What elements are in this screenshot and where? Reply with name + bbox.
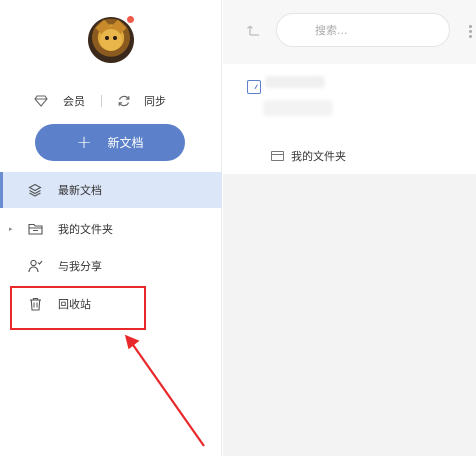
avatar-cat-face <box>100 29 122 51</box>
sidebar: 会员 同步 + 新文档 最新文档 ▸ 我的文件夹 与我分享 回收站 <box>0 0 222 456</box>
back-up-icon[interactable] <box>246 23 262 39</box>
diamond-icon[interactable] <box>33 93 49 109</box>
folder-path-breadcrumb[interactable]: 我的文件夹 <box>271 148 346 164</box>
more-menu-icon[interactable] <box>469 25 475 38</box>
nav-label-shared-with-me: 与我分享 <box>58 260 102 273</box>
avatar-cat-eye-right <box>113 36 117 40</box>
folder-path-label: 我的文件夹 <box>291 150 346 163</box>
sync-link[interactable]: 同步 <box>144 93 166 109</box>
notification-dot <box>127 16 134 23</box>
top-bar: 搜索... <box>223 0 476 64</box>
nav-label-my-folders: 我的文件夹 <box>58 223 113 236</box>
new-document-label: 新文档 <box>107 136 144 150</box>
search-input[interactable]: 搜索... <box>276 13 450 47</box>
annotation-highlight-box <box>10 286 146 330</box>
expand-caret-icon[interactable]: ▸ <box>9 225 13 233</box>
blurred-document-title[interactable] <box>265 76 325 88</box>
nav-item-my-folders[interactable]: ▸ 我的文件夹 <box>0 211 222 247</box>
file-list-panel: 我的文件夹 <box>223 64 476 174</box>
blurred-document-subtitle <box>263 100 333 116</box>
plus-icon: + <box>76 131 92 153</box>
shared-users-icon <box>27 258 43 274</box>
new-document-button[interactable]: + 新文档 <box>35 124 185 161</box>
folder-icon <box>27 221 43 237</box>
avatar-cat-eye-left <box>105 36 109 40</box>
layers-icon <box>27 182 43 198</box>
user-avatar[interactable] <box>88 17 134 63</box>
divider <box>101 95 102 107</box>
nav-item-shared-with-me[interactable]: 与我分享 <box>0 248 222 284</box>
member-sync-row: 会员 同步 <box>33 92 193 110</box>
folder-icon <box>271 151 284 161</box>
search-placeholder: 搜索... <box>315 24 348 37</box>
nav-item-recent-docs[interactable]: 最新文档 <box>0 172 222 208</box>
nav-label-recent-docs: 最新文档 <box>58 184 102 197</box>
document-icon <box>247 80 261 94</box>
membership-link[interactable]: 会员 <box>63 93 85 109</box>
main-content: 搜索... 我的文件夹 <box>223 0 476 456</box>
sync-icon[interactable] <box>116 93 132 109</box>
